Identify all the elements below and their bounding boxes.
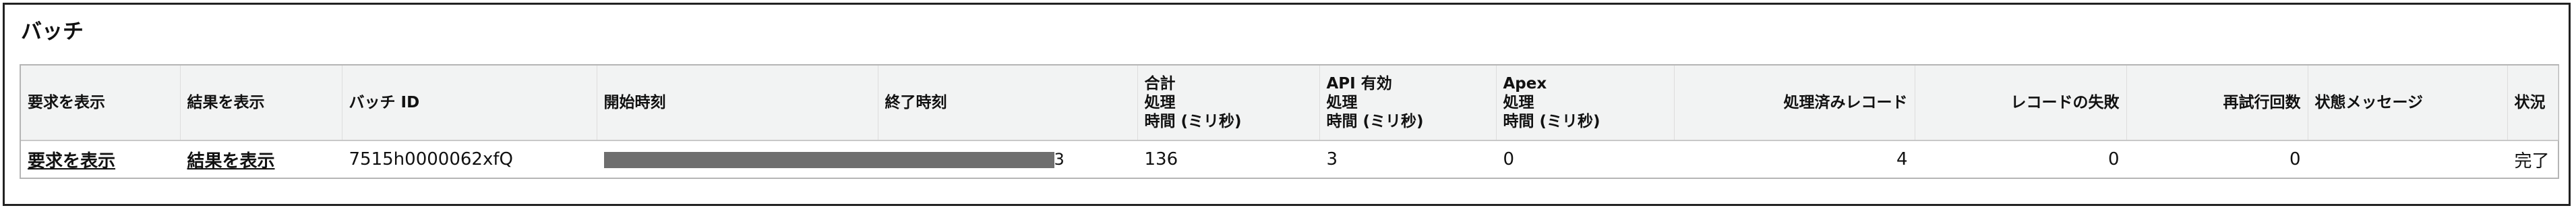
cell-view-result: 結果を表示 — [180, 140, 342, 178]
header-line: 時間 (ミリ秒) — [1326, 113, 1424, 130]
header-line: 時間 (ミリ秒) — [1503, 113, 1600, 130]
column-header-state-message: 状態メッセージ — [2308, 65, 2508, 141]
column-header-status: 状況 — [2507, 65, 2558, 141]
cell-batch-id: 7515h0000062xfQ — [349, 149, 513, 169]
section-title: バッチ — [21, 20, 84, 44]
cell-api-active-processing-time: 3 — [1326, 149, 1338, 169]
redacted-timestamps — [603, 151, 1054, 168]
cell-apex-processing-time: 0 — [1503, 149, 1515, 169]
column-header-api-active-processing-time: API 有効 処理 時間 (ミリ秒) — [1319, 65, 1497, 141]
column-header-records-failed: レコードの失敗 — [1915, 65, 2127, 141]
header-line: 処理 — [1503, 94, 1534, 111]
header-line: Apex — [1503, 75, 1547, 93]
cell-start-end-time: 3 — [597, 140, 1137, 178]
column-header-view-result: 結果を表示 — [180, 65, 342, 141]
cell-total-processing-time: 136 — [1144, 149, 1178, 169]
table-header-row: 要求を表示 結果を表示 バッチ ID 開始時刻 終了時刻 合計 処理 時間 (ミ… — [21, 65, 2558, 141]
cell-status: 完了 — [2514, 151, 2550, 172]
column-header-apex-processing-time: Apex 処理 時間 (ミリ秒) — [1496, 65, 1675, 141]
view-result-link[interactable]: 結果を表示 — [187, 151, 275, 172]
cell-view-request: 要求を表示 — [21, 140, 180, 178]
header-line: 処理 — [1144, 94, 1176, 111]
table-row: 要求を表示 結果を表示 7515h0000062xfQ 3 136 3 0 4 … — [21, 140, 2558, 178]
batch-table-container: 要求を表示 結果を表示 バッチ ID 開始時刻 終了時刻 合計 処理 時間 (ミ… — [20, 64, 2559, 179]
column-header-retries: 再試行回数 — [2126, 65, 2308, 141]
column-header-view-request: 要求を表示 — [21, 65, 181, 141]
column-header-records-processed: 処理済みレコード — [1674, 65, 1915, 141]
cell-state-message — [2308, 140, 2507, 178]
view-request-link[interactable]: 要求を表示 — [28, 151, 115, 172]
column-header-end-time: 終了時刻 — [878, 65, 1138, 141]
batch-table: 要求を表示 結果を表示 バッチ ID 開始時刻 終了時刻 合計 処理 時間 (ミ… — [21, 65, 2558, 178]
column-header-start-time: 開始時刻 — [597, 65, 878, 141]
batch-panel: バッチ 要求を表示 結果を表示 バッチ ID 開始時刻 終了時刻 合計 処理 時… — [3, 3, 2571, 206]
cell-records-failed: 0 — [2107, 149, 2120, 169]
cell-records-processed: 4 — [1896, 149, 1908, 169]
column-header-batch-id: バッチ ID — [342, 65, 597, 141]
column-header-total-processing-time: 合計 処理 時間 (ミリ秒) — [1137, 65, 1320, 141]
header-line: 時間 (ミリ秒) — [1144, 113, 1242, 130]
time-tail: 3 — [1054, 150, 1065, 169]
cell-retries: 0 — [2289, 149, 2301, 169]
header-line: API 有効 — [1326, 75, 1392, 93]
header-line: 合計 — [1144, 75, 1176, 93]
header-line: 処理 — [1326, 94, 1358, 111]
